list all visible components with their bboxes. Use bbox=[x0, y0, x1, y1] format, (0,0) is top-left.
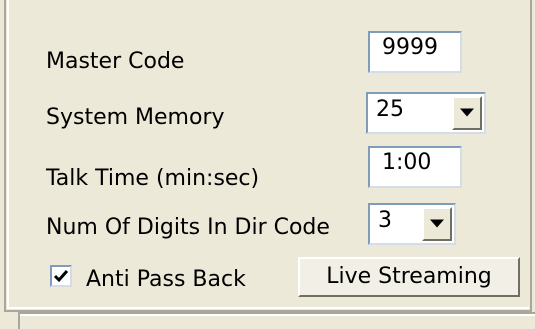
system-memory-value: 25 bbox=[376, 97, 404, 122]
num-digits-dropdown-button[interactable] bbox=[422, 207, 452, 241]
checkmark-icon bbox=[53, 270, 69, 283]
talk-time-input[interactable]: 1:00 bbox=[368, 146, 462, 188]
system-memory-select[interactable]: 25 bbox=[366, 92, 486, 134]
bottom-panel-edge bbox=[18, 312, 535, 329]
system-memory-label: System Memory bbox=[46, 105, 225, 130]
master-code-value: 9999 bbox=[382, 35, 438, 60]
master-code-label: Master Code bbox=[46, 49, 185, 74]
num-digits-label: Num Of Digits In Dir Code bbox=[46, 215, 330, 240]
anti-pass-back-label[interactable]: Anti Pass Back bbox=[86, 269, 246, 291]
chevron-down-icon bbox=[430, 219, 444, 228]
anti-pass-back-checkbox[interactable] bbox=[50, 265, 72, 287]
num-digits-value: 3 bbox=[378, 208, 392, 233]
master-code-input[interactable]: 9999 bbox=[368, 31, 462, 73]
chevron-down-icon bbox=[460, 108, 474, 117]
settings-panel: Master Code 9999 System Memory 25 Talk T… bbox=[0, 0, 535, 329]
talk-time-value: 1:00 bbox=[382, 150, 432, 175]
live-streaming-button[interactable]: Live Streaming bbox=[298, 257, 520, 297]
system-memory-dropdown-button[interactable] bbox=[452, 96, 482, 130]
num-digits-select[interactable]: 3 bbox=[368, 203, 456, 245]
talk-time-label: Talk Time (min:sec) bbox=[46, 166, 260, 191]
